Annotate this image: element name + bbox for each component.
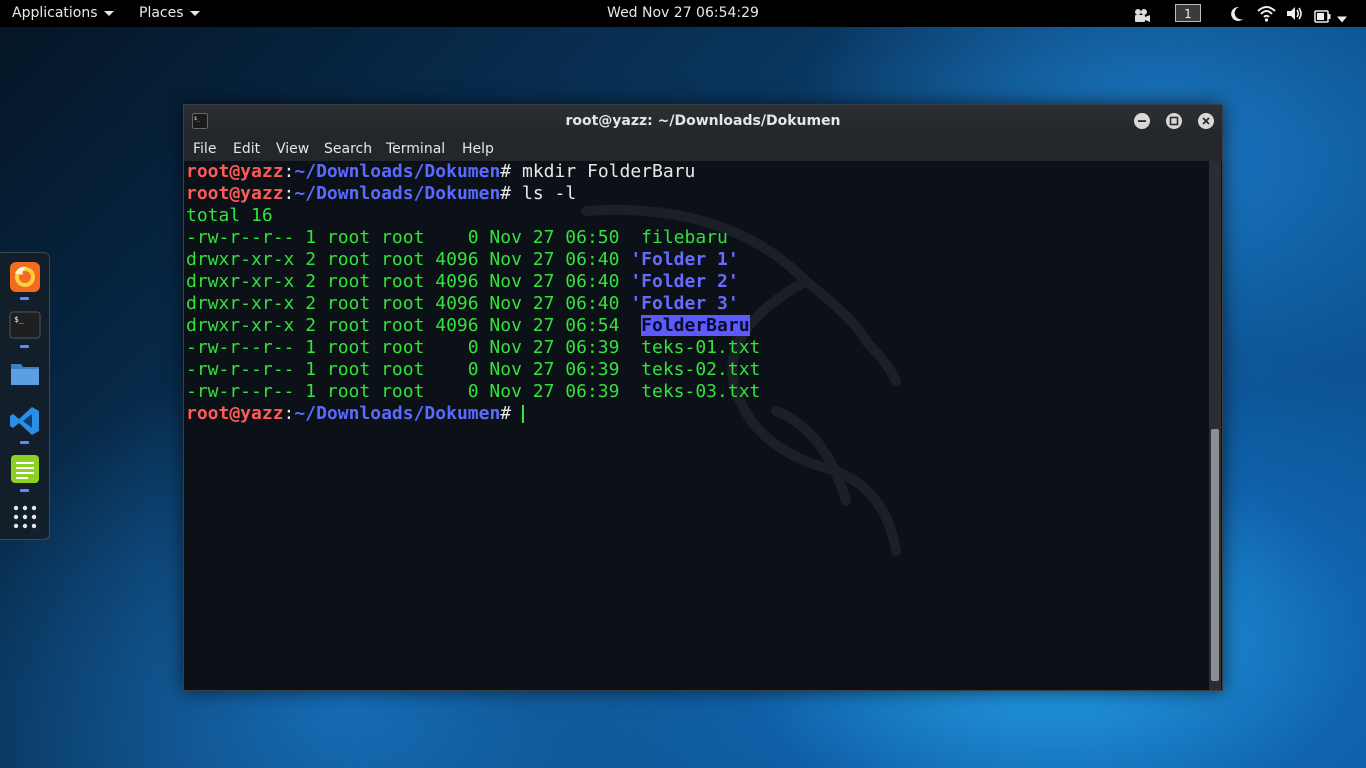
prompt-colon: : [283, 183, 295, 204]
battery-icon[interactable] [1314, 7, 1332, 26]
ls-row: drwxr-xr-x 2 root root 4096 Nov 27 06:54… [186, 315, 750, 337]
applications-menu[interactable]: Applications [12, 0, 114, 27]
running-indicator [20, 489, 29, 492]
menu-terminal[interactable]: Terminal [386, 137, 445, 161]
prompt-path: ~/Downloads/Dokumen [294, 403, 501, 424]
places-menu[interactable]: Places [139, 0, 200, 27]
ls-row-meta: -rw-r--r-- 1 root root 0 Nov 27 06:39 [186, 381, 642, 402]
window-title: root@yazz: ~/Downloads/Dokumen [565, 113, 841, 129]
prompt-user: root@yazz [186, 161, 284, 182]
running-indicator [20, 297, 29, 300]
ls-row-meta: drwxr-xr-x 2 root root 4096 Nov 27 06:40 [186, 293, 631, 314]
vscode-icon[interactable] [9, 405, 41, 437]
maximize-button[interactable] [1166, 113, 1182, 129]
prompt-path: ~/Downloads/Dokumen [294, 183, 501, 204]
text-cursor [521, 405, 524, 423]
ls-row-meta: drwxr-xr-x 2 root root 4096 Nov 27 06:40 [186, 249, 631, 270]
ls-row-name: teks-01.txt [641, 337, 761, 358]
ls-row-name: 'Folder 2' [630, 271, 739, 292]
moon-icon[interactable] [1229, 4, 1245, 23]
terminal-line-prompt-1: root@yazz:~/Downloads/Dokumen# mkdir Fol… [186, 161, 695, 183]
scrollbar[interactable] [1209, 161, 1221, 690]
running-indicator [20, 345, 29, 348]
prompt-colon: : [283, 161, 295, 182]
ls-row: -rw-r--r-- 1 root root 0 Nov 27 06:39 te… [186, 359, 760, 381]
prompt-hash: # [500, 183, 512, 204]
files-icon[interactable] [9, 357, 41, 389]
ls-row-name-highlighted: FolderBaru [641, 315, 750, 336]
terminal-icon[interactable]: $_ [9, 309, 41, 341]
menu-help[interactable]: Help [462, 137, 494, 161]
menu-view[interactable]: View [276, 137, 309, 161]
power-menu-caret-icon[interactable] [1336, 10, 1348, 29]
prompt-user: root@yazz [186, 183, 284, 204]
workspace-indicator[interactable]: 1 [1175, 4, 1201, 22]
ls-row: -rw-r--r-- 1 root root 0 Nov 27 06:39 te… [186, 337, 760, 359]
ls-row: -rw-r--r-- 1 root root 0 Nov 27 06:39 te… [186, 381, 760, 403]
menu-file[interactable]: File [193, 137, 216, 161]
app-grid-icon[interactable] [9, 501, 41, 533]
prompt-user: root@yazz [186, 403, 284, 424]
window-titlebar[interactable]: $_ root@yazz: ~/Downloads/Dokumen [184, 105, 1222, 137]
chevron-down-icon [103, 10, 114, 16]
ls-row: drwxr-xr-x 2 root root 4096 Nov 27 06:40… [186, 271, 739, 293]
terminal-window: $_ root@yazz: ~/Downloads/Dokumen File E… [183, 104, 1223, 691]
terminal-content[interactable]: root@yazz:~/Downloads/Dokumen# mkdir Fol… [186, 161, 1210, 690]
camera-icon[interactable] [1133, 6, 1151, 25]
prompt-hash: # [500, 403, 512, 424]
dash-dock: $_ [0, 252, 50, 540]
text-editor-icon[interactable] [9, 453, 41, 485]
ls-row-meta: -rw-r--r-- 1 root root 0 Nov 27 06:39 [186, 337, 642, 358]
ls-row-name: 'Folder 3' [630, 293, 739, 314]
menu-search[interactable]: Search [324, 137, 372, 161]
places-label: Places [139, 5, 184, 21]
command-text: mkdir FolderBaru [511, 161, 696, 182]
prompt-path: ~/Downloads/Dokumen [294, 161, 501, 182]
minimize-icon [1138, 120, 1146, 122]
svg-text:$_: $_ [14, 315, 24, 324]
close-button[interactable] [1198, 113, 1214, 129]
minimize-button[interactable] [1134, 113, 1150, 129]
clock: Wed Nov 27 06:54:29 [0, 0, 1366, 27]
close-icon [1202, 117, 1210, 125]
scrollbar-thumb[interactable] [1211, 429, 1219, 681]
terminal-line-total: total 16 [186, 205, 273, 226]
ls-row-meta: drwxr-xr-x 2 root root 4096 Nov 27 06:40 [186, 271, 631, 292]
command-text: ls -l [511, 183, 577, 204]
top-panel: Applications Places Wed Nov 27 06:54:29 … [0, 0, 1366, 27]
ls-row: -rw-r--r-- 1 root root 0 Nov 27 06:50 fi… [186, 227, 728, 249]
ls-row-name: filebaru [641, 227, 728, 248]
ls-row-name: teks-02.txt [641, 359, 761, 380]
ls-row: drwxr-xr-x 2 root root 4096 Nov 27 06:40… [186, 293, 739, 315]
ls-row-meta: drwxr-xr-x 2 root root 4096 Nov 27 06:54 [186, 315, 642, 336]
ls-row-name: teks-03.txt [641, 381, 761, 402]
menu-bar: File Edit View Search Terminal Help [184, 137, 1222, 161]
volume-icon[interactable] [1285, 4, 1304, 23]
terminal-line-prompt-2: root@yazz:~/Downloads/Dokumen# ls -l [186, 183, 576, 205]
prompt-colon: : [283, 403, 295, 424]
chevron-down-icon [189, 10, 200, 16]
wifi-icon[interactable] [1257, 4, 1276, 23]
terminal-line-prompt-3: root@yazz:~/Downloads/Dokumen# [186, 403, 524, 425]
clock-text[interactable]: Wed Nov 27 06:54:29 [607, 5, 759, 21]
ls-row-meta: -rw-r--r-- 1 root root 0 Nov 27 06:50 [186, 227, 642, 248]
ls-row-name: 'Folder 1' [630, 249, 739, 270]
prompt-hash: # [500, 161, 512, 182]
firefox-icon[interactable] [9, 261, 41, 293]
maximize-icon [1169, 116, 1179, 126]
applications-label: Applications [12, 5, 98, 21]
ls-row: drwxr-xr-x 2 root root 4096 Nov 27 06:40… [186, 249, 739, 271]
running-indicator [20, 441, 29, 444]
ls-row-meta: -rw-r--r-- 1 root root 0 Nov 27 06:39 [186, 359, 642, 380]
menu-edit[interactable]: Edit [233, 137, 260, 161]
